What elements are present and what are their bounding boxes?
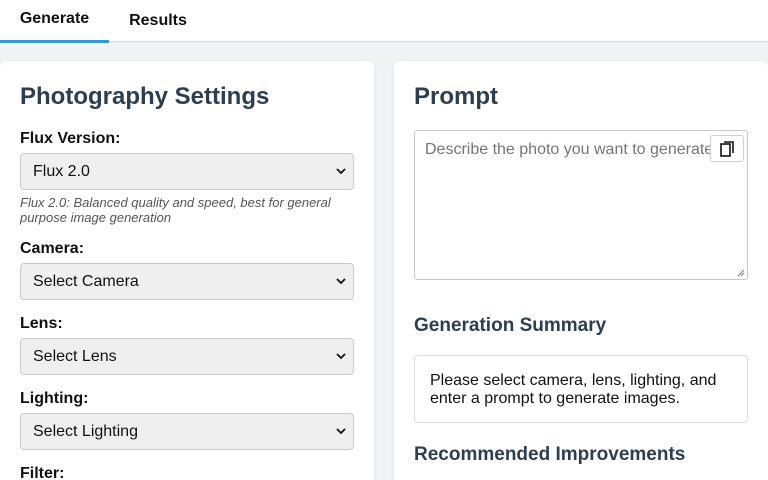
flux-version-value: Flux 2.0 — [33, 162, 90, 180]
flux-version-label: Flux Version: — [20, 130, 121, 147]
prompt-title: Prompt — [414, 83, 498, 110]
lighting-select[interactable]: Select Lighting — [20, 413, 354, 450]
flux-version-hint: Flux 2.0: Balanced quality and speed, be… — [20, 195, 331, 225]
lens-value: Select Lens — [33, 347, 117, 365]
settings-title: Photography Settings — [20, 83, 270, 110]
copy-icon — [720, 140, 734, 157]
lens-label: Lens: — [20, 315, 63, 332]
prompt-textarea[interactable]: Describe the photo you want to generate.… — [414, 130, 748, 280]
lighting-value: Select Lighting — [33, 422, 138, 440]
filter-label: Filter: — [20, 465, 65, 480]
camera-value: Select Camera — [33, 272, 139, 290]
lens-select[interactable]: Select Lens — [20, 338, 354, 375]
chevron-down-icon — [336, 353, 346, 360]
resize-handle-icon[interactable] — [736, 268, 745, 277]
summary-title: Generation Summary — [414, 315, 607, 336]
camera-label: Camera: — [20, 240, 85, 257]
prompt-placeholder: Describe the photo you want to generate.… — [425, 141, 711, 158]
tab-generate[interactable]: Generate — [0, 0, 109, 43]
chevron-down-icon — [336, 168, 346, 175]
chevron-down-icon — [336, 428, 346, 435]
flux-version-select[interactable]: Flux 2.0 — [20, 153, 354, 190]
summary-box: Please select camera, lens, lighting, an… — [414, 355, 748, 423]
tab-results[interactable]: Results — [109, 0, 207, 42]
tab-bar: Generate Results — [0, 0, 768, 43]
camera-select[interactable]: Select Camera — [20, 263, 354, 300]
summary-text: Please select camera, lens, lighting, an… — [430, 372, 717, 407]
chevron-down-icon — [336, 278, 346, 285]
improvements-title: Recommended Improvements — [414, 444, 686, 465]
copy-button[interactable] — [710, 135, 744, 162]
lighting-label: Lighting: — [20, 390, 89, 407]
